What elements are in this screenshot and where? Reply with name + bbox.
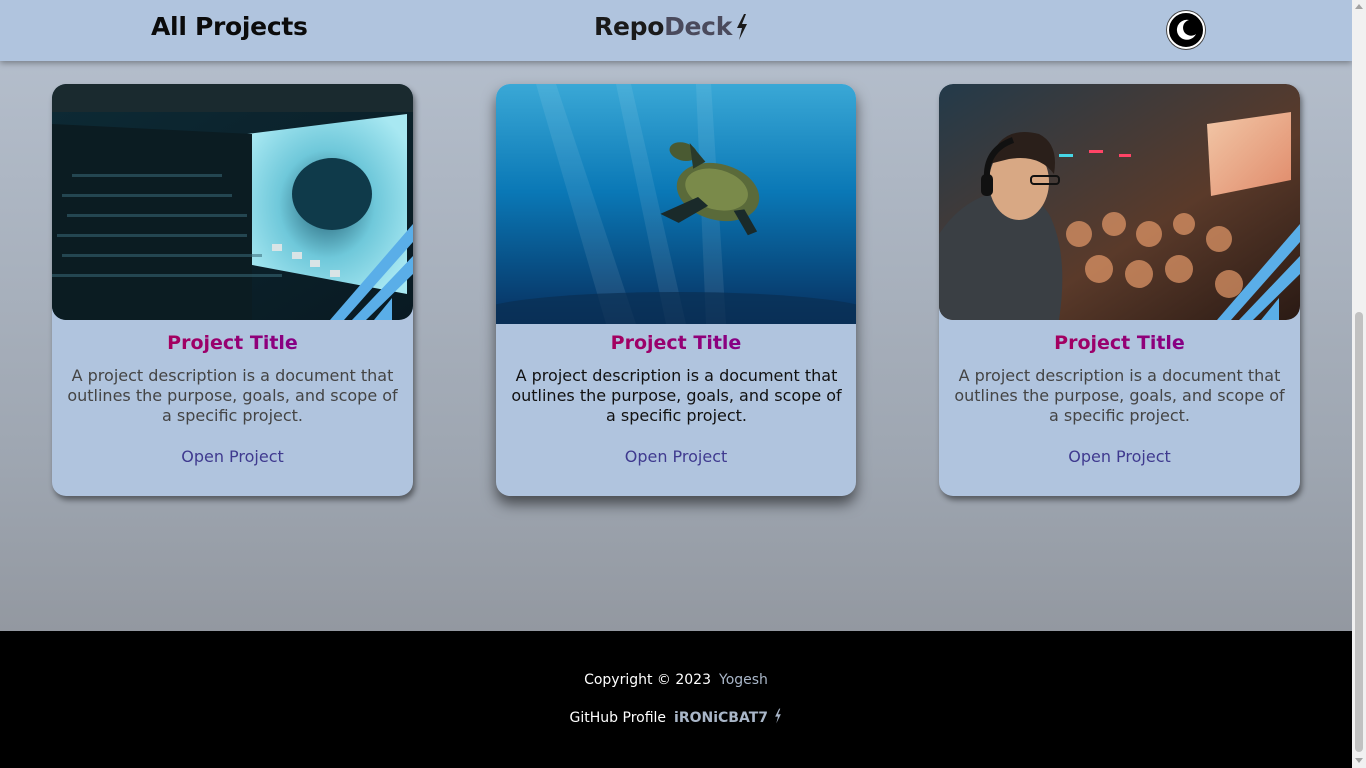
project-description: A project description is a document that… bbox=[511, 366, 842, 425]
project-card: Project Title A project description is a… bbox=[496, 84, 856, 496]
project-card: Project Title A project description is a… bbox=[939, 84, 1300, 496]
lightning-bolt-icon bbox=[775, 708, 782, 724]
project-description: A project description is a document that… bbox=[67, 366, 398, 425]
brand-name-repo: Repo bbox=[594, 12, 665, 41]
project-title: Project Title bbox=[496, 332, 856, 354]
copyright-label: Copyright © 2023 bbox=[584, 672, 711, 688]
github-handle-link[interactable]: iRONiCBAT7 bbox=[674, 710, 768, 726]
scroll-down-arrow-icon[interactable] bbox=[1355, 758, 1363, 763]
theme-toggle-button[interactable] bbox=[1167, 11, 1205, 49]
scroll-up-arrow-icon[interactable] bbox=[1355, 4, 1363, 9]
brand-name-deck: Deck bbox=[664, 12, 733, 41]
top-header: All Projects Repo Deck bbox=[0, 0, 1352, 61]
vertical-scrollbar[interactable] bbox=[1352, 0, 1366, 768]
github-label: GitHub Profile bbox=[569, 710, 667, 726]
footer: Copyright © 2023 Yogesh GitHub Profile iRO… bbox=[0, 631, 1352, 768]
copyright-line: Copyright © 2023 Yogesh bbox=[0, 672, 1352, 688]
concert-hall-screen-image bbox=[52, 84, 413, 320]
open-project-link[interactable]: Open Project bbox=[939, 447, 1300, 466]
lightning-bolt-icon bbox=[737, 13, 748, 40]
github-line: GitHub Profile iRONiCBAT7 bbox=[0, 708, 1352, 726]
project-card: Project Title A project description is a… bbox=[52, 84, 413, 496]
sea-turtle-underwater-image bbox=[496, 84, 856, 324]
open-project-link[interactable]: Open Project bbox=[496, 447, 856, 466]
author-name[interactable]: Yogesh bbox=[719, 672, 768, 688]
moon-icon bbox=[1176, 19, 1196, 40]
page-title: All Projects bbox=[151, 12, 308, 41]
gamer-audience-image bbox=[939, 84, 1300, 320]
project-title: Project Title bbox=[52, 332, 413, 354]
project-description: A project description is a document that… bbox=[954, 366, 1285, 425]
page-viewport: All Projects Repo Deck Project Title A p… bbox=[0, 0, 1352, 768]
scrollbar-thumb[interactable] bbox=[1355, 312, 1363, 752]
project-title: Project Title bbox=[939, 332, 1300, 354]
brand-logo[interactable]: Repo Deck bbox=[594, 12, 749, 41]
open-project-link[interactable]: Open Project bbox=[52, 447, 413, 466]
